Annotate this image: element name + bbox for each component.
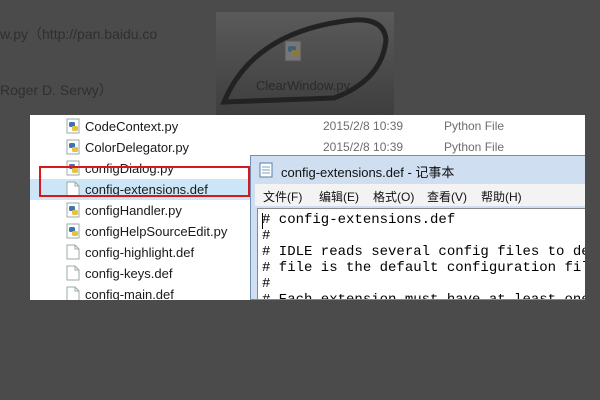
file-name: configHandler.py [85,203,182,218]
decorative-curve [220,17,389,105]
python-file-icon [66,223,80,239]
file-row[interactable]: CodeContext.py 2015/2/8 10:39 Python File [30,116,585,137]
notepad-text-area[interactable]: # config-extensions.def # # IDLE reads s… [257,208,585,300]
file-name: config-highlight.def [85,245,195,260]
notepad-icon [259,162,273,178]
notepad-titlebar[interactable]: config-extensions.def - 记事本 [251,156,585,184]
text-line: # [262,228,271,244]
background-text-line1: w.py（http://pan.baidu.co [0,26,158,42]
text-line: # [262,276,271,292]
file-name: ColorDelegator.py [85,140,190,155]
python-file-icon [284,40,302,62]
python-file-icon [66,118,80,134]
notepad-window: config-extensions.def - 记事本 文件(F) 编辑(E) … [250,155,585,300]
notepad-menubar: 文件(F) 编辑(E) 格式(O) 查看(V) 帮助(H) [255,184,585,206]
file-name: config-main.def [85,287,174,300]
file-type: Python File [444,119,505,133]
menu-view[interactable]: 查看(V) [427,188,467,205]
python-file-icon [66,139,80,155]
python-file-icon [66,202,80,218]
menu-file[interactable]: 文件(F) [263,188,302,205]
file-date: 2015/2/8 10:39 [323,119,404,133]
notepad-title: config-extensions.def - 记事本 [281,165,455,180]
menu-help[interactable]: 帮助(H) [481,188,522,205]
text-line: # IDLE reads several config files to det [262,244,585,260]
menu-format[interactable]: 格式(O) [373,188,414,205]
desktop-icon-caption: ClearWindow.py [256,78,350,93]
file-date: 2015/2/8 10:39 [323,140,404,154]
text-file-icon [66,244,80,260]
background-text-line2: Roger D. Serwy） [0,82,113,98]
text-file-icon [66,265,80,281]
text-file-icon [66,286,80,300]
highlight-annotation [39,166,250,197]
file-name: CodeContext.py [85,119,179,134]
text-line: # config-extensions.def [262,212,456,228]
file-type: Python File [444,140,505,154]
file-name: configHelpSourceEdit.py [85,224,228,239]
file-name: config-keys.def [85,266,173,281]
text-line: # file is the default configuration file [262,260,585,276]
menu-edit[interactable]: 编辑(E) [319,188,359,205]
text-line: # Each extension must have at least one [262,292,585,300]
